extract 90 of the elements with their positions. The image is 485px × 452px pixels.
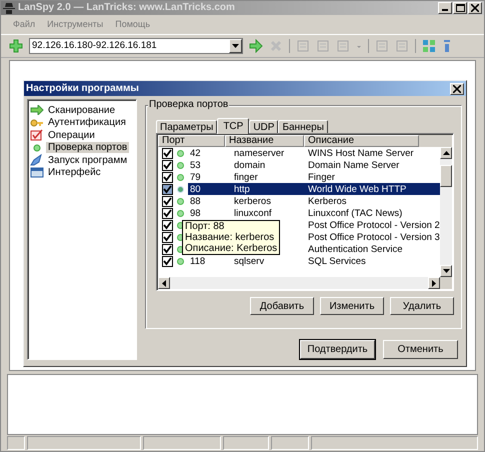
status-dot-icon — [177, 198, 184, 204]
service-name: domain — [234, 160, 266, 170]
maximize-icon — [456, 4, 464, 12]
tab[interactable]: Баннеры — [278, 120, 328, 133]
dialog-button[interactable]: Подтвердить — [300, 340, 375, 359]
tooltip-line: Описание: Kerberos — [185, 243, 278, 254]
group-title: Проверка портов — [148, 99, 230, 110]
status-dot-icon — [177, 186, 184, 192]
service-description[interactable]: WINS Host Name Server — [308, 147, 440, 159]
service-description[interactable]: Authentication Service — [308, 243, 440, 255]
checkbox[interactable] — [162, 244, 173, 254]
tree-item[interactable]: Запуск программ — [46, 154, 130, 166]
port-number: 42 — [190, 148, 201, 158]
tree-item[interactable]: Аутентификация — [46, 117, 128, 128]
spy-icon — [3, 2, 15, 14]
scrollbar-thumb[interactable] — [440, 165, 452, 187]
tab[interactable]: TCP — [217, 118, 250, 134]
checkbox[interactable] — [162, 184, 173, 194]
dialog-button[interactable]: Отменить — [383, 340, 458, 359]
status-dot-icon — [177, 150, 184, 156]
service-description[interactable]: Kerberos — [308, 195, 440, 207]
service-name: kerberos — [234, 196, 271, 206]
vertical-scrollbar[interactable] — [440, 147, 452, 277]
status-dot-icon — [177, 258, 184, 264]
tree-item[interactable]: Операции — [46, 130, 97, 141]
tree-item[interactable]: Интерфейс — [46, 167, 103, 178]
status-dot-icon — [177, 210, 184, 216]
port-number: 79 — [190, 172, 201, 182]
service-name: sqlserv — [234, 256, 264, 266]
service-description[interactable]: Domain Name Server — [308, 159, 440, 171]
scrollbar-corner — [440, 277, 452, 289]
rocket-icon — [30, 154, 44, 166]
maximize-button[interactable] — [453, 2, 467, 14]
checkbox[interactable] — [162, 160, 173, 170]
window-icon — [30, 167, 44, 178]
minimize-icon — [442, 9, 448, 12]
status-dot-icon — [177, 162, 184, 168]
scroll-right-icon[interactable] — [432, 280, 436, 286]
tab[interactable]: UDP — [249, 120, 278, 133]
minimize-button[interactable] — [438, 2, 452, 14]
tooltip-line: Порт: 88 — [185, 221, 226, 232]
service-description[interactable]: Finger — [308, 171, 440, 183]
checkbox[interactable] — [162, 232, 173, 242]
close-icon — [453, 84, 461, 92]
service-name: linuxconf — [234, 208, 272, 218]
header-filler — [419, 135, 452, 147]
scroll-up-icon[interactable] — [442, 151, 450, 155]
dialog-title: Настройки программы — [26, 83, 140, 94]
scroll-left-icon[interactable] — [162, 280, 166, 286]
dropdown-icon — [232, 44, 239, 48]
tree-item[interactable]: Проверка портов — [46, 142, 130, 154]
checkbox[interactable] — [162, 172, 173, 182]
tab[interactable]: Параметры — [156, 120, 218, 133]
checkbox[interactable] — [162, 208, 173, 218]
scroll-down-icon[interactable] — [442, 269, 450, 273]
column-header[interactable]: Название — [225, 135, 304, 147]
port-number: 53 — [190, 160, 201, 170]
checkbox[interactable] — [162, 220, 173, 230]
port-number: 118 — [190, 256, 206, 266]
arrow-icon — [30, 105, 44, 116]
checkbox[interactable] — [162, 256, 173, 266]
service-description[interactable]: SQL Services — [308, 255, 440, 267]
service-name: http — [234, 184, 250, 194]
checkbox[interactable] — [162, 196, 173, 206]
port-number: 98 — [190, 208, 201, 218]
close-button[interactable] — [450, 82, 464, 94]
checklist-icon — [30, 129, 44, 142]
column-header[interactable]: Порт — [158, 135, 225, 147]
port-number: 88 — [190, 196, 201, 206]
tree-item[interactable]: Сканирование — [46, 104, 118, 116]
service-description[interactable]: Linuxconf (TAC News) — [308, 207, 440, 219]
list-action-button[interactable]: Добавить — [250, 297, 314, 315]
port-number: 80 — [190, 184, 201, 194]
window-title: LanSpy 2.0 — LanTricks: www.LanTricks.com — [18, 2, 236, 14]
service-description[interactable]: Post Office Protocol - Version 2 — [308, 219, 440, 231]
service-name: finger — [234, 172, 258, 182]
horizontal-scrollbar[interactable] — [158, 277, 452, 289]
key-icon — [30, 118, 44, 128]
list-action-button[interactable]: Изменить — [320, 297, 384, 315]
service-description[interactable]: Post Office Protocol - Version 3 — [308, 231, 440, 243]
service-description[interactable]: World Wide Web HTTP — [308, 183, 440, 195]
service-name: nameserver — [234, 148, 284, 158]
list-action-button[interactable]: Удалить — [390, 297, 454, 315]
status-dot-icon — [177, 174, 184, 180]
column-header[interactable]: Описание — [304, 135, 419, 147]
close-button[interactable] — [468, 2, 482, 14]
address-combo[interactable]: 92.126.16.180-92.126.16.181 — [29, 38, 243, 54]
checkbox[interactable] — [162, 148, 173, 158]
close-icon — [471, 4, 479, 12]
tooltip-line: Название: kerberos — [185, 232, 276, 243]
